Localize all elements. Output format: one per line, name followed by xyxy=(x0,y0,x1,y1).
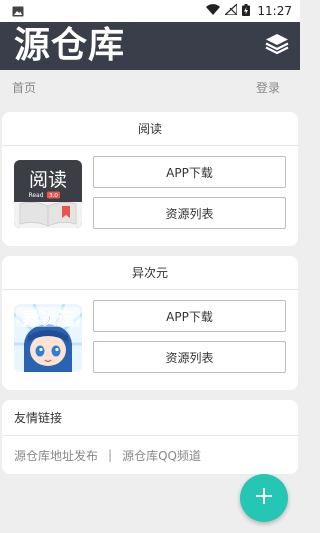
reader-sources-button[interactable]: 资源列表 xyxy=(93,197,286,229)
reader-icon-subtext: Read xyxy=(28,192,43,199)
links-title: 友情链接 xyxy=(2,400,298,436)
battery-charging-icon xyxy=(242,3,251,19)
yiciyuan-sources-button[interactable]: 资源列表 xyxy=(93,341,286,373)
reader-icon-badge: 3.0 xyxy=(49,193,58,199)
link-address-publish[interactable]: 源仓库地址发布 xyxy=(14,447,98,464)
wifi-icon xyxy=(206,4,221,18)
reader-icon-text: 阅读 xyxy=(29,169,67,191)
add-button[interactable] xyxy=(240,474,288,522)
links-list: 源仓库地址发布 | 源仓库QQ频道 xyxy=(2,436,298,474)
plus-icon xyxy=(255,487,273,509)
card-title: 异次元 xyxy=(2,256,298,290)
breadcrumb: 首页 登录 xyxy=(0,70,300,104)
app-title: 源仓库 xyxy=(14,25,126,66)
link-qq-channel[interactable]: 源仓库QQ频道 xyxy=(122,447,201,464)
no-signal-icon xyxy=(223,2,239,18)
app-header: 源仓库 xyxy=(0,22,300,70)
app-card-yiciyuan: 异次元 异次元 APP下载 资源列表 xyxy=(2,256,298,390)
card-title: 阅读 xyxy=(2,112,298,146)
link-separator: | xyxy=(108,448,113,462)
home-link[interactable]: 首页 xyxy=(12,79,36,96)
status-time: 11:27 xyxy=(257,4,292,18)
image-icon xyxy=(12,2,24,21)
reader-download-button[interactable]: APP下载 xyxy=(93,156,286,188)
yiciyuan-app-icon: 异次元 xyxy=(14,304,82,372)
yiciyuan-icon-text: 异次元 xyxy=(23,308,74,329)
layers-icon[interactable] xyxy=(264,31,290,61)
app-card-reader: 阅读 阅读 Read 3.0 APP下载 资源列表 xyxy=(2,112,298,246)
login-link[interactable]: 登录 xyxy=(256,79,280,96)
friendly-links-card: 友情链接 源仓库地址发布 | 源仓库QQ频道 xyxy=(2,400,298,474)
yiciyuan-download-button[interactable]: APP下载 xyxy=(93,300,286,332)
status-bar: 11:27 xyxy=(0,0,300,22)
reader-app-icon: 阅读 Read 3.0 xyxy=(14,160,82,228)
